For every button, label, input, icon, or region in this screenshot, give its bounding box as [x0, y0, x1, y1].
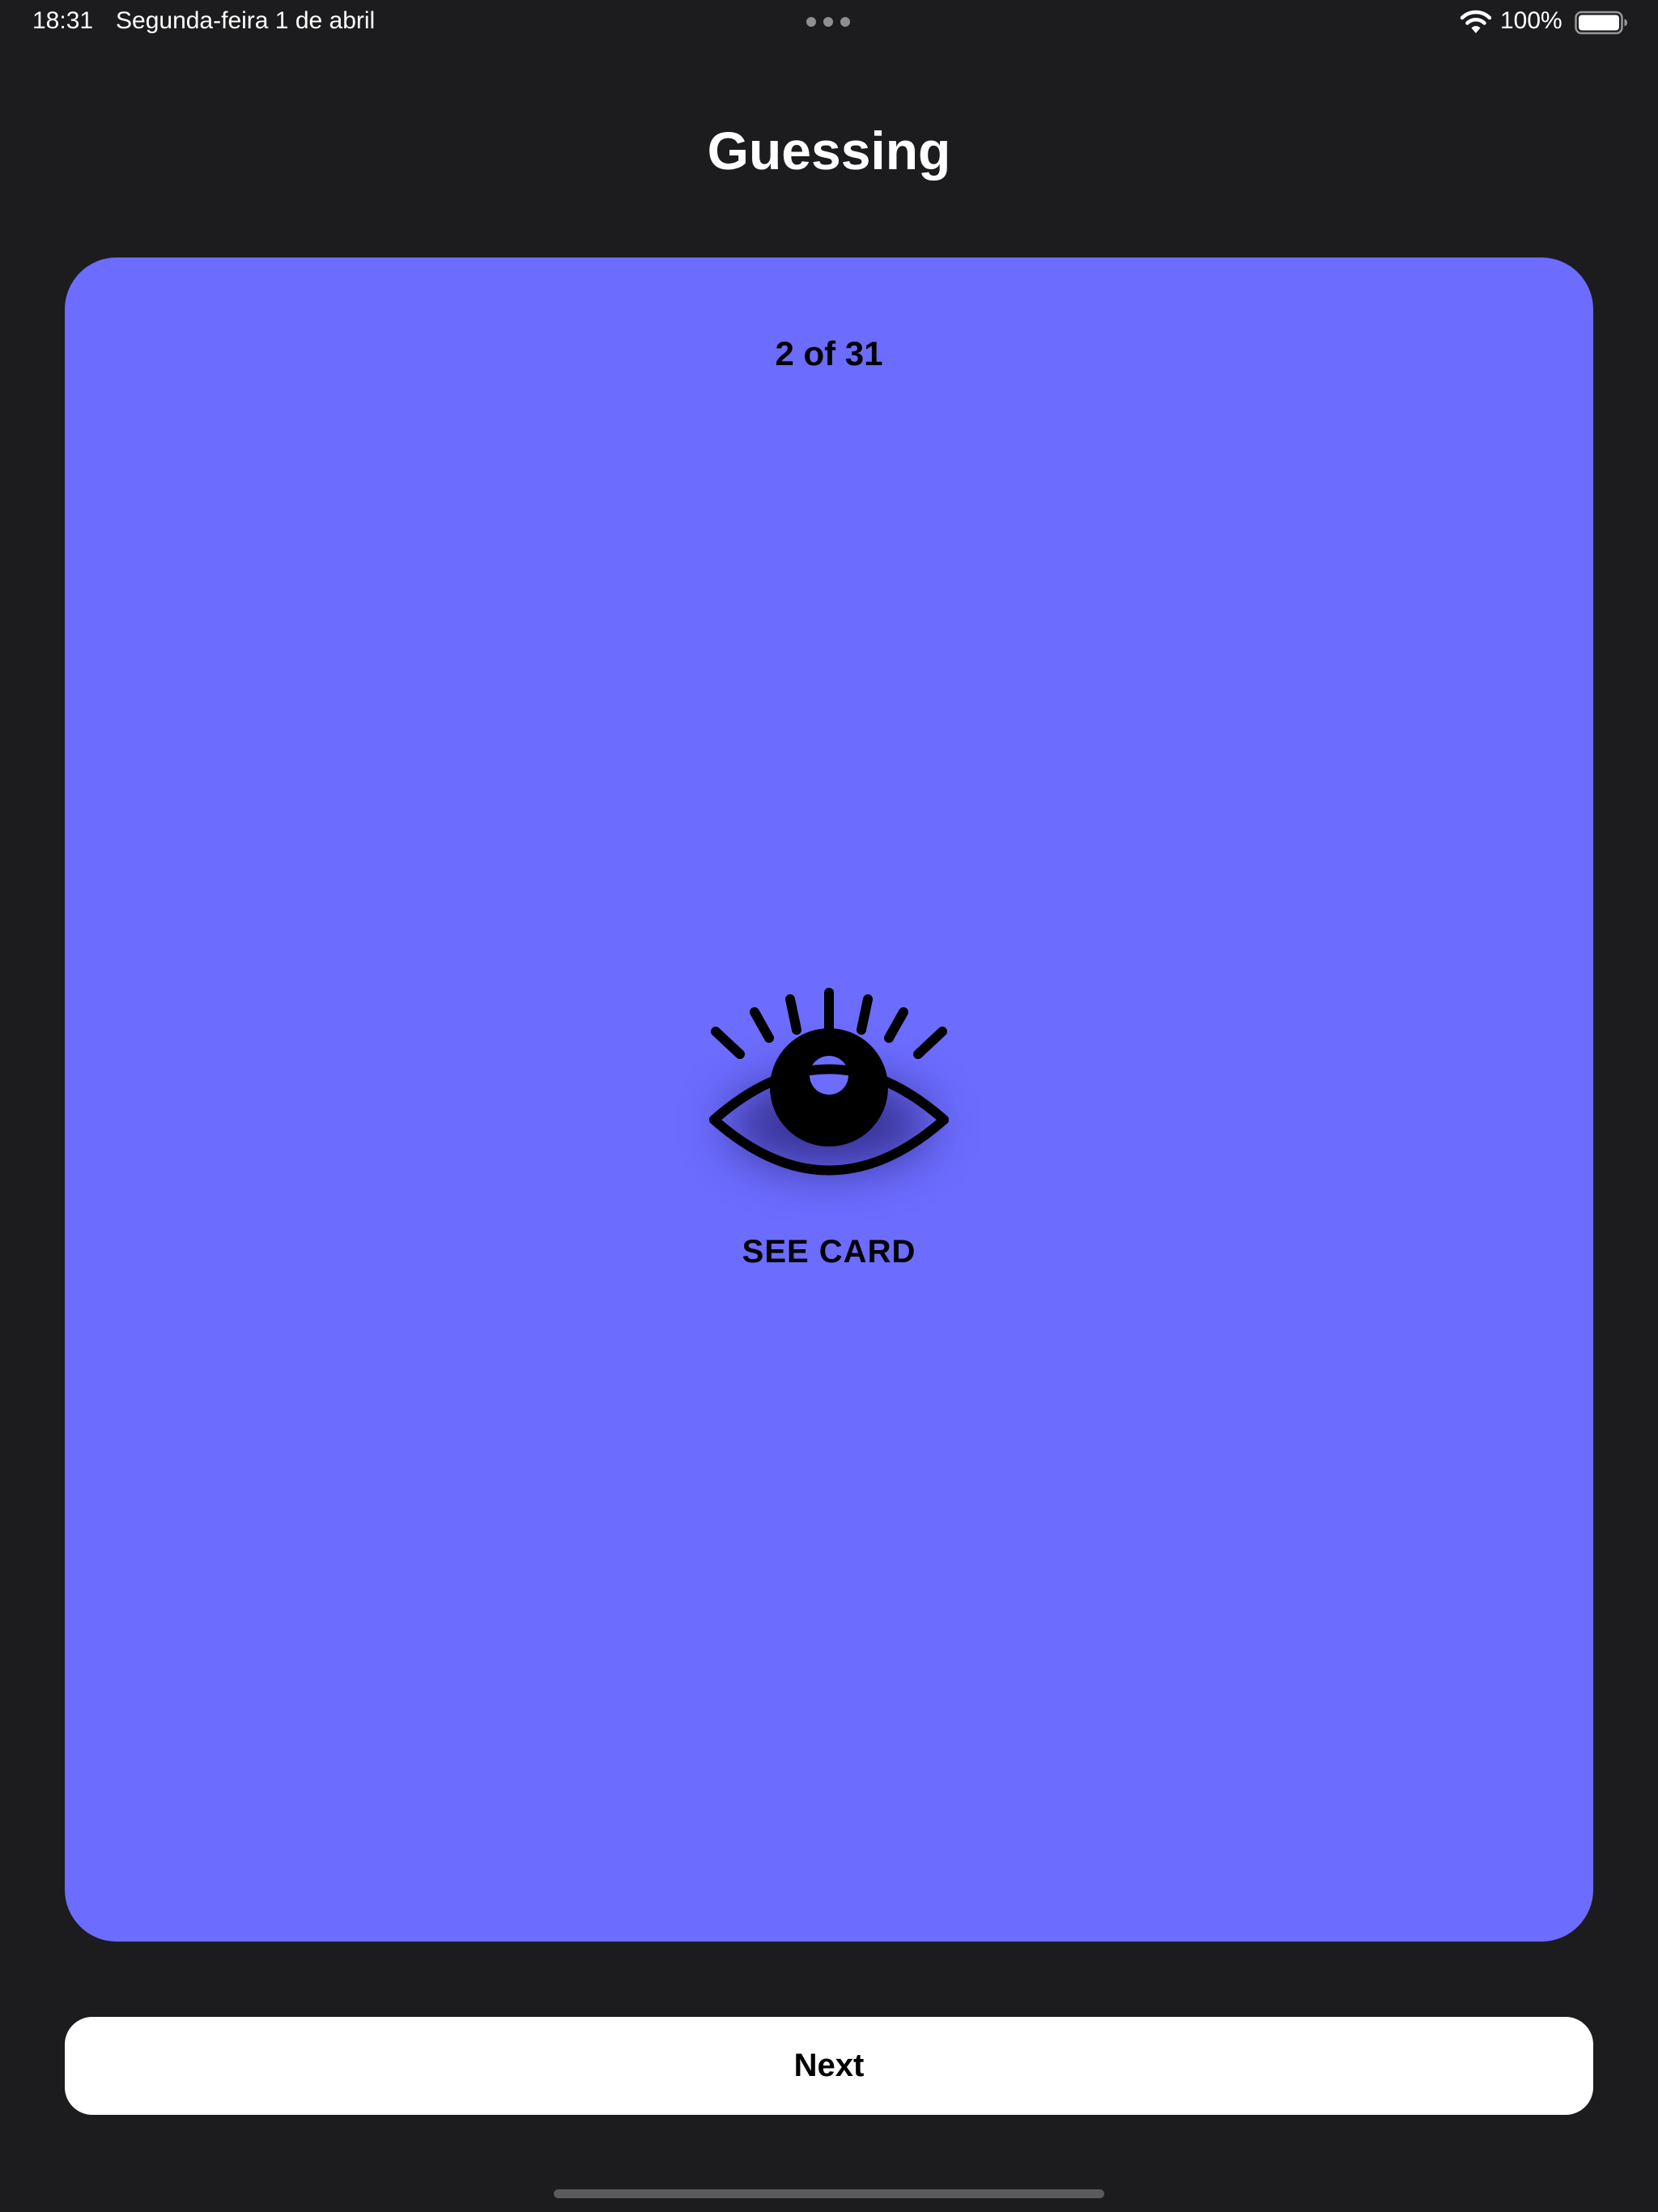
status-time: 18:31 — [32, 7, 94, 34]
wifi-icon — [1460, 10, 1491, 33]
guess-card[interactable]: 2 of 31 SEE CARD — [65, 257, 1593, 1942]
page-title: Guessing — [707, 121, 951, 181]
card-counter: 2 of 31 — [775, 334, 883, 372]
multitasking-dots-icon[interactable] — [806, 17, 850, 27]
battery-icon — [1575, 11, 1627, 35]
status-bar: 18:31 Segunda-feira 1 de abril 100% — [0, 0, 1658, 45]
home-indicator[interactable] — [554, 2189, 1104, 2198]
next-button[interactable]: Next — [65, 2017, 1593, 2115]
see-card-label[interactable]: SEE CARD — [65, 1231, 1593, 1272]
screen: 18:31 Segunda-feira 1 de abril 100% Gues… — [0, 0, 1658, 2212]
eye-icon[interactable] — [688, 986, 970, 1197]
status-date: Segunda-feira 1 de abril — [116, 7, 376, 34]
battery-percent: 100% — [1500, 7, 1562, 34]
